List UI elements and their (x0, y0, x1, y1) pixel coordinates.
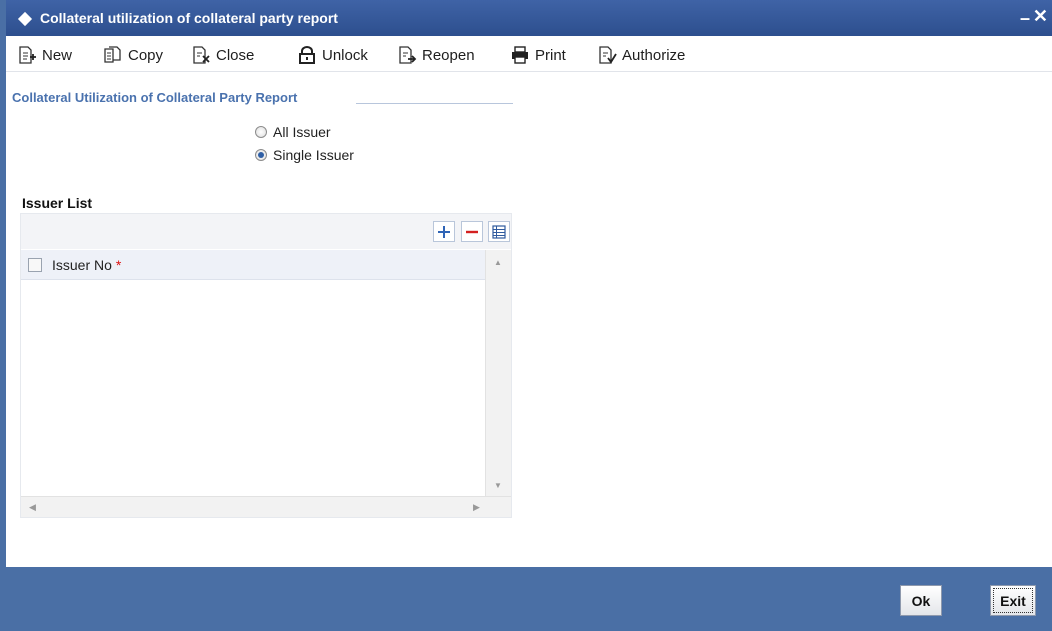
required-marker: * (115, 256, 122, 273)
close-window-button[interactable]: ✕ (1033, 6, 1048, 27)
ok-button[interactable]: Ok (900, 585, 942, 616)
single-issuer-radio[interactable]: Single Issuer (255, 147, 354, 163)
delete-row-button[interactable] (461, 221, 483, 242)
exit-button[interactable]: Exit (990, 585, 1036, 616)
minus-icon (466, 230, 478, 233)
title-bar[interactable]: Collateral utilization of collateral par… (6, 0, 1052, 36)
issuer-no-column-header: Issuer No (52, 256, 112, 273)
vertical-scrollbar[interactable]: ▲ ▼ (485, 250, 511, 496)
scroll-right-arrow-icon[interactable]: ▶ (473, 502, 480, 513)
main-toolbar: New Copy Close Unlock Reopen Print Autho… (6, 36, 1052, 72)
grid-header-row: Issuer No * (21, 250, 485, 280)
copy-icon (102, 46, 124, 64)
authorize-button[interactable]: Authorize (596, 45, 685, 65)
single-issuer-label: Single Issuer (273, 147, 354, 163)
close-button[interactable]: Close (190, 45, 254, 65)
section-title: Collateral Utilization of Collateral Par… (12, 90, 298, 105)
issuer-list-title: Issuer List (22, 195, 93, 211)
grid-toolbar (21, 214, 511, 249)
select-all-checkbox[interactable] (28, 257, 42, 272)
single-view-button[interactable] (488, 221, 510, 242)
add-row-button[interactable] (433, 221, 455, 242)
unlock-button[interactable]: Unlock (296, 45, 368, 65)
copy-button[interactable]: Copy (102, 45, 163, 65)
plus-icon (438, 225, 450, 238)
scroll-left-arrow-icon[interactable]: ◀ (29, 502, 36, 513)
authorize-icon (596, 46, 618, 64)
close-doc-icon (190, 46, 212, 64)
scroll-up-arrow-icon[interactable]: ▲ (494, 258, 502, 267)
horizontal-scrollbar[interactable]: ◀ ▶ (21, 496, 511, 517)
all-issuer-label: All Issuer (273, 124, 331, 140)
new-doc-icon (16, 46, 38, 64)
reopen-button[interactable]: Reopen (396, 45, 475, 65)
all-issuer-radio-circle[interactable] (255, 126, 267, 138)
printer-icon (509, 46, 531, 64)
all-issuer-radio[interactable]: All Issuer (255, 124, 331, 140)
window-title: Collateral utilization of collateral par… (40, 10, 338, 26)
print-button[interactable]: Print (509, 45, 566, 65)
footer-bar: Ok Exit (6, 567, 1052, 631)
new-button[interactable]: New (16, 45, 72, 65)
list-view-icon (492, 224, 506, 239)
minimize-button[interactable]: – (1020, 8, 1030, 29)
scroll-down-arrow-icon[interactable]: ▼ (494, 481, 502, 490)
reopen-icon (396, 46, 418, 64)
window-diamond-icon (17, 11, 33, 27)
issuer-list-grid: Issuer No * ▲ ▼ ◀ ▶ (20, 213, 512, 518)
single-issuer-radio-circle[interactable] (255, 149, 267, 161)
lock-icon (296, 46, 318, 64)
section-divider (356, 103, 513, 104)
report-window: Collateral utilization of collateral par… (0, 0, 1052, 631)
